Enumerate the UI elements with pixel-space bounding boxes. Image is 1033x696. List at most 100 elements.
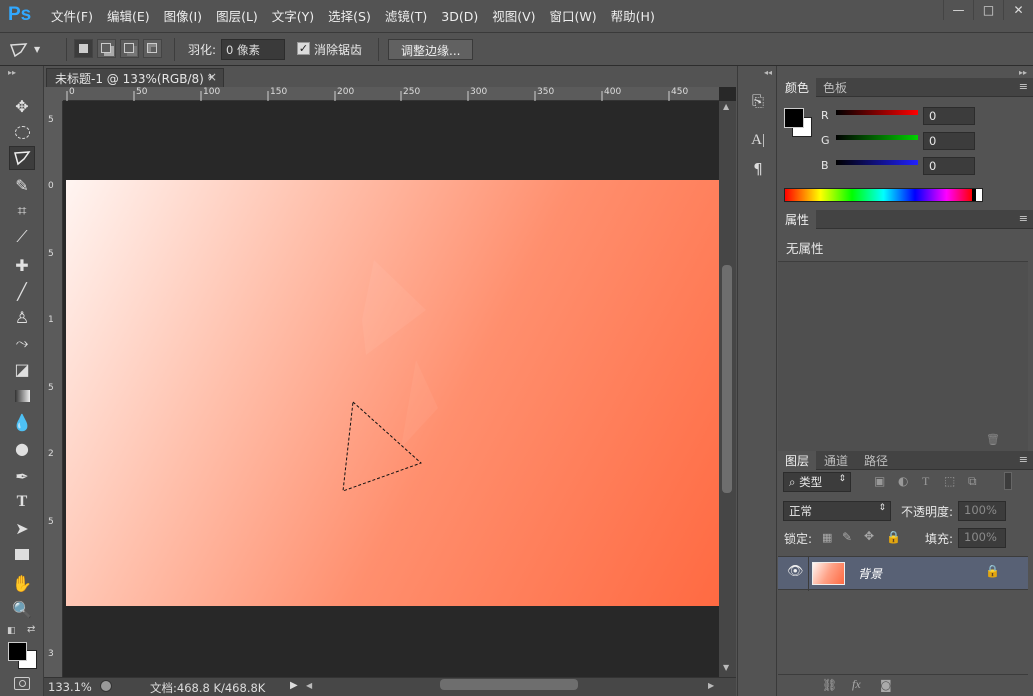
r-slider[interactable] (836, 110, 918, 115)
brush-tool[interactable]: ╱ (9, 279, 35, 303)
dodge-tool[interactable]: ● (9, 436, 35, 460)
eyedropper-tool[interactable]: ⟋ (9, 225, 35, 249)
menu-view[interactable]: 视图(V) (485, 0, 542, 33)
tab-color[interactable]: 颜色 (778, 78, 817, 97)
antialias-checkbox[interactable]: ✓ (297, 42, 310, 55)
scroll-left-icon[interactable]: ◀ (306, 681, 312, 690)
selection-intersect-button[interactable] (143, 39, 162, 58)
panel-collapse-icon[interactable]: ▸▸ (1019, 68, 1027, 77)
status-menu-icon[interactable] (100, 680, 112, 692)
menu-type[interactable]: 文字(Y) (265, 0, 321, 33)
rectangle-tool[interactable] (9, 542, 35, 566)
pen-tool[interactable]: ✒ (9, 464, 35, 488)
character-panel-button[interactable]: A| (747, 132, 769, 154)
foreground-color-swatch[interactable] (8, 642, 27, 661)
lock-pixels-icon[interactable]: ✎ (842, 530, 852, 544)
menu-edit[interactable]: 编辑(E) (100, 0, 157, 33)
menu-file[interactable]: 文件(F) (44, 0, 100, 33)
eraser-tool[interactable]: ◪ (9, 357, 35, 381)
r-value-input[interactable]: 0 (923, 107, 975, 125)
type-tool[interactable]: T (9, 490, 35, 514)
elliptical-marquee-tool[interactable] (9, 120, 35, 144)
g-value-input[interactable]: 0 (923, 132, 975, 150)
minimize-button[interactable]: — (943, 0, 973, 20)
filter-smart-icon[interactable]: ⧉ (968, 474, 977, 489)
selection-add-button[interactable] (97, 39, 116, 58)
color-spectrum-bar[interactable] (784, 188, 983, 202)
default-colors-icon[interactable]: ◧ (7, 626, 16, 636)
vertical-ruler[interactable]: 5 0 5 1 5 2 5 3 (44, 101, 63, 677)
filter-shape-icon[interactable]: ⬚ (944, 474, 955, 488)
tab-channels[interactable]: 通道 (817, 451, 855, 470)
dock-collapse-icon[interactable]: ◂◂ (764, 68, 772, 77)
hand-tool[interactable]: ✋ (9, 571, 35, 595)
b-slider[interactable] (836, 160, 918, 165)
layer-filter-select[interactable]: ⌕ 类型 ⇕ (783, 472, 851, 492)
g-slider[interactable] (836, 135, 918, 140)
lock-position-icon[interactable]: ✥ (864, 529, 874, 543)
menu-image[interactable]: 图像(I) (157, 0, 209, 33)
restore-button[interactable]: □ (973, 0, 1003, 20)
close-button[interactable]: ✕ (1003, 0, 1033, 20)
scroll-up-icon[interactable]: ▲ (723, 102, 729, 111)
layer-row[interactable]: 👁 背景 🔒 (778, 556, 1028, 591)
move-tool[interactable]: ✥ (9, 94, 35, 118)
visibility-eye-icon[interactable]: 👁 (787, 564, 804, 579)
history-panel-button[interactable]: ⎘ (747, 92, 769, 114)
filter-toggle[interactable] (1004, 472, 1012, 490)
close-tab-icon[interactable]: × (207, 70, 217, 84)
menu-3d[interactable]: 3D(D) (434, 0, 485, 33)
link-layers-icon[interactable]: ⛓ (822, 678, 837, 692)
blur-tool[interactable]: 💧 (9, 410, 35, 434)
path-selection-tool[interactable]: ➤ (9, 516, 35, 540)
tab-swatches[interactable]: 色板 (816, 78, 854, 97)
menu-select[interactable]: 选择(S) (321, 0, 378, 33)
menu-help[interactable]: 帮助(H) (604, 0, 662, 33)
lock-transparent-icon[interactable]: ▦ (822, 531, 832, 544)
tab-layers[interactable]: 图层 (778, 451, 817, 470)
vertical-scroll-thumb[interactable] (722, 265, 732, 493)
filter-adjust-icon[interactable]: ◐ (898, 474, 908, 488)
scroll-right-icon[interactable]: ▶ (708, 681, 714, 690)
clone-stamp-tool[interactable]: ♙ (9, 305, 35, 329)
zoom-tool[interactable]: 🔍 (9, 597, 35, 621)
menu-filter[interactable]: 滤镜(T) (378, 0, 434, 33)
selection-new-button[interactable] (74, 39, 93, 58)
layer-mask-icon[interactable]: ◙ (880, 678, 892, 692)
panel-menu-icon[interactable]: ≡ (1019, 212, 1028, 225)
lock-all-icon[interactable]: 🔒 (886, 530, 901, 544)
fg-color-swatch[interactable] (784, 108, 804, 128)
filter-pixel-icon[interactable]: ▣ (874, 474, 885, 488)
quick-selection-tool[interactable]: ✎ (9, 173, 35, 197)
panel-menu-icon[interactable]: ≡ (1019, 80, 1028, 93)
status-arrow-icon[interactable]: ▶ (290, 680, 298, 691)
zoom-level[interactable]: 133.1% (48, 680, 92, 694)
fill-input[interactable]: 100% (958, 528, 1006, 548)
b-value-input[interactable]: 0 (923, 157, 975, 175)
tab-paths[interactable]: 路径 (857, 451, 895, 470)
panel-menu-icon[interactable]: ≡ (1019, 453, 1028, 466)
trash-icon[interactable]: 🗑 (986, 433, 1000, 446)
history-brush-tool[interactable]: ⤳ (9, 331, 35, 355)
blend-mode-select[interactable]: 正常 ⇕ (783, 501, 891, 521)
horizontal-ruler[interactable]: 0 50 100 150 200 250 300 350 400 450 (63, 87, 719, 101)
document-tab[interactable]: 未标题-1 @ 133%(RGB/8) * × (46, 68, 224, 87)
horizontal-scroll-thumb[interactable] (440, 679, 578, 690)
crop-tool[interactable]: ⌗ (9, 199, 35, 223)
opacity-input[interactable]: 100% (958, 501, 1006, 521)
tool-preset-picker[interactable]: ▼ (8, 39, 58, 60)
layer-effects-icon[interactable]: fx (852, 677, 861, 692)
menu-window[interactable]: 窗口(W) (543, 0, 604, 33)
swap-colors-icon[interactable]: ⇄ (27, 624, 35, 635)
menu-layer[interactable]: 图层(L) (209, 0, 265, 33)
ruler-origin[interactable] (44, 87, 63, 101)
tab-properties[interactable]: 属性 (778, 210, 817, 229)
filter-type-icon[interactable]: T (922, 474, 929, 489)
paragraph-panel-button[interactable]: ¶ (747, 160, 769, 182)
scroll-down-icon[interactable]: ▼ (723, 663, 729, 672)
healing-brush-tool[interactable]: ✚ (9, 253, 35, 277)
gradient-tool[interactable] (9, 384, 35, 408)
refine-edge-button[interactable]: 调整边缘... (388, 39, 474, 60)
document-canvas[interactable] (66, 180, 719, 606)
polygonal-lasso-tool[interactable] (9, 146, 35, 170)
